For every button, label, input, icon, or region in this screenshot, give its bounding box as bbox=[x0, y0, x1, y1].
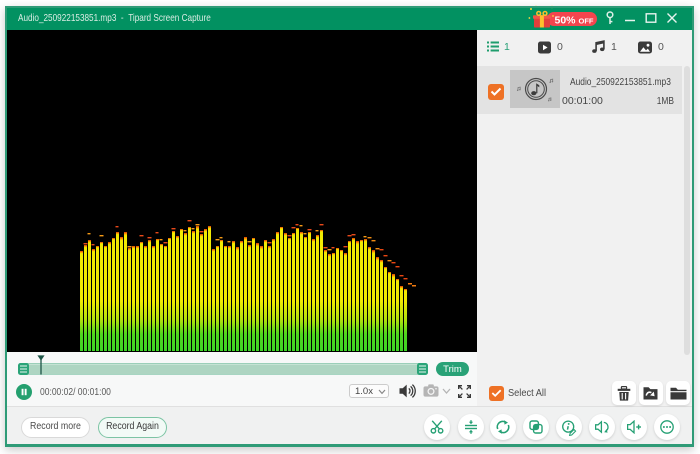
svg-text:50%: 50% bbox=[555, 15, 577, 27]
svg-text:OFF: OFF bbox=[579, 17, 594, 26]
